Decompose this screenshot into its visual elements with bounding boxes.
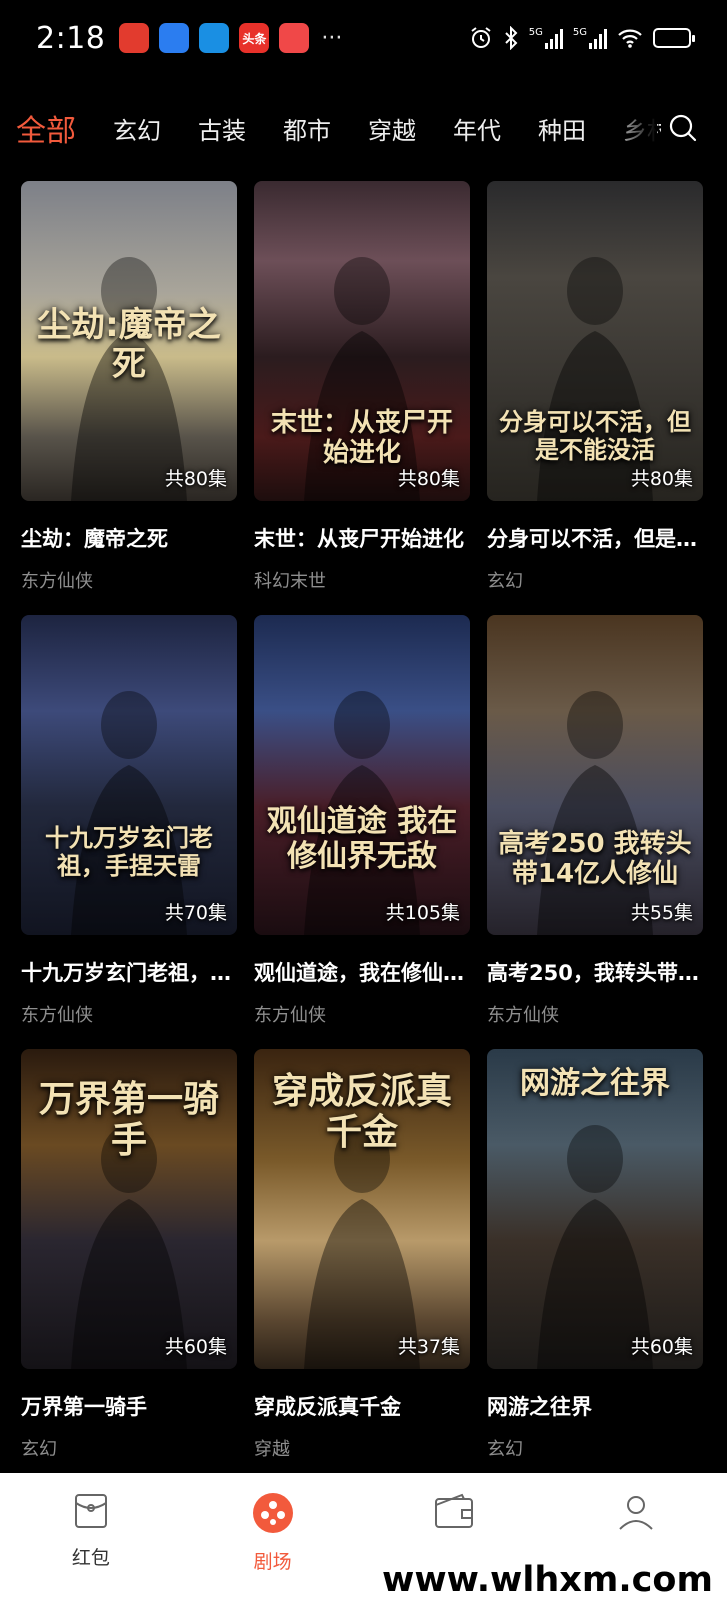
drama-card[interactable]: 十九万岁玄门老祖，手捏天雷共70集十九万岁玄门老祖，手捏天雷东方仙侠 <box>21 615 237 1049</box>
episode-count: 共80集 <box>630 468 693 490</box>
tab-0[interactable]: 全部 <box>16 106 76 150</box>
poster-title-art: 穿成反派真千金 <box>271 1071 452 1154</box>
red-app-icon <box>119 23 150 53</box>
alarm-icon <box>471 27 491 48</box>
drama-grid: 尘劫:魔帝之死 共80集 尘劫：魔帝之死 东方仙侠 末世：从丧尸开始进化 共80集 末世：从… <box>21 181 703 1483</box>
wifi-icon <box>618 29 642 48</box>
drama-card[interactable]: 网游之往界 共60集 网游之往界 玄幻 <box>487 1049 703 1483</box>
bluetooth-icon <box>505 26 518 50</box>
red-packet-icon <box>71 1491 111 1535</box>
poster-title-art: 末世：从丧尸开始进化 <box>270 408 453 468</box>
toutiao-app-icon: 头条 <box>239 23 270 53</box>
drama-poster[interactable]: 万界第一骑手共60集 <box>21 1049 237 1369</box>
drama-poster[interactable]: 十九万岁玄门老祖，手捏天雷共70集 <box>21 615 237 935</box>
drama-poster[interactable]: 末世：从丧尸开始进化 共80集 <box>254 181 470 501</box>
drama-genre: 玄幻 <box>21 1439 57 1460</box>
poster-title-art: 尘劫:魔帝之死 <box>37 305 221 385</box>
gift-app-icon <box>279 23 310 53</box>
tab-3[interactable]: 都市 <box>283 111 331 146</box>
drama-title[interactable]: 十九万岁玄门老祖，手捏天雷 <box>21 957 237 987</box>
drama-title[interactable]: 末世：从丧尸开始进化 <box>254 523 470 553</box>
nav-item-red-packet[interactable]: 红包 <box>31 1491 151 1570</box>
drama-genre: 科幻末世 <box>254 571 326 592</box>
drama-genre: 穿越 <box>254 1439 290 1460</box>
drama-title[interactable]: 尘劫：魔帝之死 <box>21 523 237 553</box>
system-indicators: 5G 5G <box>469 26 695 50</box>
drama-card[interactable]: 末世：从丧尸开始进化 共80集 末世：从丧尸开始进化 科幻末世 <box>254 181 470 615</box>
episode-count: 共80集 <box>397 468 460 490</box>
poster-figure <box>304 691 420 935</box>
drama-title[interactable]: 穿成反派真千金 <box>254 1391 470 1421</box>
drama-genre: 东方仙侠 <box>487 1005 559 1026</box>
drama-poster[interactable]: 分身可以不活，但是不能没活共80集 <box>487 181 703 501</box>
nav-item-profile[interactable] <box>576 1491 696 1543</box>
drama-poster[interactable]: 高考250 我转头带14亿人修仙共55集 <box>487 615 703 935</box>
drama-title[interactable]: 网游之往界 <box>487 1391 703 1421</box>
tab-6[interactable]: 种田 <box>538 111 586 146</box>
search-icon <box>669 114 697 142</box>
drama-poster[interactable]: 观仙道途 我在修仙界无敌共105集 <box>254 615 470 935</box>
nav-label: 红包 <box>71 1547 110 1569</box>
poster-figure <box>71 691 187 935</box>
nav-label: 剧场 <box>253 1551 292 1573</box>
tab-5[interactable]: 年代 <box>453 111 501 146</box>
episode-count: 共37集 <box>397 1336 460 1358</box>
search-button[interactable] <box>661 106 705 150</box>
drama-genre: 东方仙侠 <box>254 1005 326 1026</box>
episode-count: 共80集 <box>164 468 227 490</box>
notification-app-icons: 头条 <box>119 23 310 53</box>
drama-genre: 东方仙侠 <box>21 571 93 592</box>
poster-title-art: 十九万岁玄门老祖，手捏天雷 <box>45 824 213 880</box>
poster-title-art: 网游之往界 <box>520 1066 670 1101</box>
drama-card[interactable]: 高考250 我转头带14亿人修仙共55集高考250，我转头带14亿人修仙东方仙侠 <box>487 615 703 1049</box>
drama-genre: 东方仙侠 <box>21 1005 93 1026</box>
profile-icon <box>616 1491 656 1535</box>
episode-count: 共105集 <box>385 902 460 924</box>
drama-card[interactable]: 尘劫:魔帝之死共80集尘劫：魔帝之死东方仙侠 <box>21 181 237 615</box>
poster-title-art: 观仙道途 我在修仙界无敌 <box>266 804 458 874</box>
more-notifications-icon: ··· <box>321 25 343 51</box>
drama-title[interactable]: 分身可以不活，但是不能没活 <box>487 523 703 553</box>
signal-5g-1: 5G <box>529 27 563 49</box>
episode-count: 共55集 <box>630 902 693 924</box>
browser-app-icon <box>199 23 230 53</box>
drama-title[interactable]: 观仙道途，我在修仙界无敌 <box>254 957 470 987</box>
theater-icon <box>251 1491 295 1539</box>
drama-card[interactable]: 万界第一骑手 共60集 万界第一骑手 玄幻 <box>21 1049 237 1483</box>
drama-genre: 玄幻 <box>487 1439 523 1460</box>
episode-count: 共60集 <box>630 1336 693 1358</box>
episode-count: 共70集 <box>164 902 227 924</box>
drama-title[interactable]: 万界第一骑手 <box>21 1391 237 1421</box>
tabs-fade <box>607 96 657 160</box>
shield-app-icon <box>159 23 190 53</box>
nav-item-wallet[interactable] <box>394 1491 514 1543</box>
watermark: www.wlhxm.com <box>360 1555 727 1605</box>
drama-poster[interactable]: 穿成反派真千金共37集 <box>254 1049 470 1369</box>
nav-item-theater[interactable]: 剧场 <box>213 1491 333 1574</box>
drama-card[interactable]: 穿成反派真千金 共37集 穿成反派真千金 穿越 <box>254 1049 470 1483</box>
status-bar: 2:18 头条 ··· 5G 5G <box>0 0 727 76</box>
drama-card[interactable]: 分身可以不活，但是不能没活共80集分身可以不活，但是不能没活玄幻 <box>487 181 703 615</box>
poster-title-art: 高考250 我转头带14亿人修仙 <box>498 829 692 889</box>
tab-4[interactable]: 穿越 <box>368 111 416 146</box>
drama-card[interactable]: 观仙道途 我在修仙界无敌共105集观仙道途，我在修仙界无敌东方仙侠 <box>254 615 470 1049</box>
tab-1[interactable]: 玄幻 <box>113 111 161 146</box>
signal-5g-2: 5G <box>573 27 607 49</box>
tab-2[interactable]: 古装 <box>198 111 246 146</box>
poster-title-art: 万界第一骑手 <box>38 1079 219 1162</box>
battery-icon <box>653 28 695 48</box>
drama-poster[interactable]: 尘劫:魔帝之死共80集 <box>21 181 237 501</box>
wallet-icon <box>432 1491 476 1535</box>
drama-genre: 玄幻 <box>487 571 523 592</box>
status-time: 2:18 <box>36 20 106 56</box>
drama-title[interactable]: 高考250，我转头带14亿人修仙 <box>487 957 703 987</box>
episode-count: 共60集 <box>164 1336 227 1358</box>
poster-title-art: 分身可以不活，但是不能没活 <box>499 408 691 464</box>
drama-poster[interactable]: 网游之往界共60集 <box>487 1049 703 1369</box>
